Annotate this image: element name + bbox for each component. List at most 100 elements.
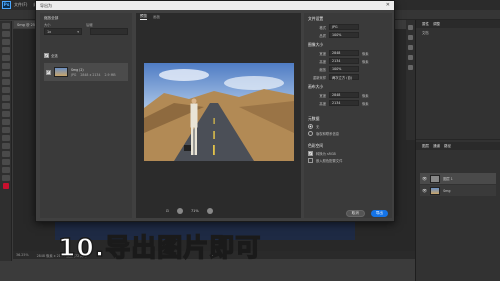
tab-channels[interactable]: 通道 (433, 144, 440, 149)
tab-adjustments[interactable]: 调整 (433, 22, 440, 27)
swatches-panel-icon[interactable] (408, 35, 413, 40)
file-size: 2.9 MB (104, 72, 116, 77)
panel-icon-strip (406, 20, 415, 140)
canvas-width-unit: 像素 (362, 93, 369, 98)
tab-paths[interactable]: 路径 (444, 144, 451, 149)
character-panel-icon[interactable] (408, 65, 413, 70)
suffix-input[interactable] (90, 28, 128, 35)
marquee-tool-icon[interactable] (1, 31, 10, 37)
layer-row[interactable]: 👁 图层 1 (420, 173, 496, 184)
fit-icon[interactable]: ⊡ (166, 209, 169, 213)
layer-thumbnail (430, 174, 441, 183)
stamp-tool-icon[interactable] (1, 87, 10, 93)
export-file-item[interactable]: ✓ Smg (2) JPG 2848 x 2134 2.9 MB (44, 63, 128, 81)
brush-tool-icon[interactable] (1, 79, 10, 85)
gradient-tool-icon[interactable] (1, 111, 10, 117)
format-row: 格式 JPG (304, 23, 392, 31)
select-all-checkbox[interactable]: ✓ (44, 53, 49, 58)
export-button[interactable]: 导出 (370, 210, 388, 217)
scale-all-label: 缩放全部 (44, 16, 59, 20)
scale-row: 缩放 100% (304, 65, 392, 73)
history-panel-icon[interactable] (408, 25, 413, 30)
canvas-width-input[interactable]: 2848 (329, 92, 359, 98)
meta-copyright-radio[interactable] (308, 131, 313, 136)
eye-icon[interactable]: 👁 (422, 188, 427, 193)
tab-properties[interactable]: 属性 (422, 22, 429, 27)
chevron-down-icon: ▾ (77, 29, 79, 34)
format-label: 格式 (319, 25, 326, 30)
tab-layers[interactable]: 图层 (422, 144, 429, 149)
healing-tool-icon[interactable] (1, 71, 10, 77)
color-space-heading: 色彩空间 (308, 143, 324, 148)
height-label: 高度 (319, 59, 326, 64)
scale-select[interactable]: 100% (329, 66, 359, 72)
move-tool-icon[interactable] (1, 23, 10, 29)
dialog-titlebar: 导出为 ✕ (36, 1, 394, 10)
layer-name: 图层 1 (443, 177, 453, 181)
size-label: 大小 (44, 23, 51, 27)
format-select[interactable]: JPG (329, 24, 359, 30)
meta-none-row[interactable]: 无 (304, 123, 392, 130)
file-format: JPG (71, 72, 77, 77)
srgb-row[interactable]: ✓ 转换为 sRGB (304, 150, 392, 157)
photoshop-logo: Ps (2, 1, 11, 9)
properties-content (416, 37, 500, 137)
zoom-value: 71% (190, 209, 199, 213)
width-row: 宽度 2848 像素 (304, 49, 392, 57)
quality-select[interactable]: 100% (329, 32, 359, 38)
tab-preview[interactable]: 预览 (140, 14, 147, 20)
preview-controls: ⊡ 71% (166, 208, 213, 214)
divider (416, 139, 500, 140)
width-unit: 像素 (362, 51, 369, 56)
cancel-button[interactable]: 取消 (345, 210, 365, 217)
height-input[interactable]: 2134 (329, 58, 359, 64)
layer-row[interactable]: 👁 Smg (420, 185, 496, 196)
dialog-left-pane: 缩放全部 大小 后缀 1x ▾ ✓ 全选 ✓ Smg (2) JPG 2848 … (40, 13, 132, 218)
adjust-panel-icon[interactable] (408, 55, 413, 60)
close-icon[interactable]: ✕ (386, 2, 390, 8)
tools-panel (0, 21, 12, 261)
canvas-width-label: 宽度 (319, 93, 326, 98)
embed-checkbox[interactable] (308, 158, 313, 163)
foreground-color-swatch[interactable] (2, 183, 9, 189)
height-unit: 像素 (362, 59, 369, 64)
path-select-icon[interactable] (1, 151, 10, 157)
zoom-out-icon[interactable] (176, 208, 183, 214)
select-all-label: 全选 (51, 54, 58, 58)
dodge-tool-icon[interactable] (1, 127, 10, 133)
width-label: 宽度 (319, 51, 326, 56)
status-zoom[interactable]: 36.25% (16, 253, 29, 257)
menu-file[interactable]: 文件(F) (14, 2, 27, 8)
type-tool-icon[interactable] (1, 143, 10, 149)
embed-row[interactable]: 嵌入颜色配置文件 (304, 157, 392, 164)
meta-copyright-row[interactable]: 版权和联系信息 (304, 130, 392, 137)
select-all-row[interactable]: ✓ 全选 (40, 50, 132, 61)
blur-tool-icon[interactable] (1, 119, 10, 125)
scale-select[interactable]: 1x ▾ (44, 28, 82, 35)
tab-artboard[interactable]: 画板 (153, 15, 160, 20)
shape-tool-icon[interactable] (1, 159, 10, 165)
brush-panel-icon[interactable] (408, 45, 413, 50)
crop-tool-icon[interactable] (1, 55, 10, 61)
meta-none-radio[interactable] (308, 124, 313, 129)
zoom-tool-icon[interactable] (1, 175, 10, 181)
eraser-tool-icon[interactable] (1, 103, 10, 109)
pen-tool-icon[interactable] (1, 135, 10, 141)
history-brush-icon[interactable] (1, 95, 10, 101)
resample-select[interactable]: 两次立方 (自) (329, 74, 359, 80)
properties-doc-label: 文档 (422, 31, 429, 35)
suffix-label: 后缀 (86, 23, 93, 27)
width-input[interactable]: 2848 (329, 50, 359, 56)
dialog-buttons: 取消 导出 (345, 210, 388, 217)
eye-icon[interactable]: 👁 (422, 176, 427, 181)
desert-road-photo (144, 63, 294, 161)
quality-label: 品质 (319, 33, 326, 38)
lasso-tool-icon[interactable] (1, 39, 10, 45)
canvas-height-input[interactable]: 2134 (329, 100, 359, 106)
quick-select-tool-icon[interactable] (1, 47, 10, 53)
file-checkbox[interactable]: ✓ (46, 69, 51, 75)
hand-tool-icon[interactable] (1, 167, 10, 173)
zoom-in-icon[interactable] (206, 208, 213, 214)
srgb-checkbox[interactable]: ✓ (308, 151, 313, 156)
eyedropper-tool-icon[interactable] (1, 63, 10, 69)
